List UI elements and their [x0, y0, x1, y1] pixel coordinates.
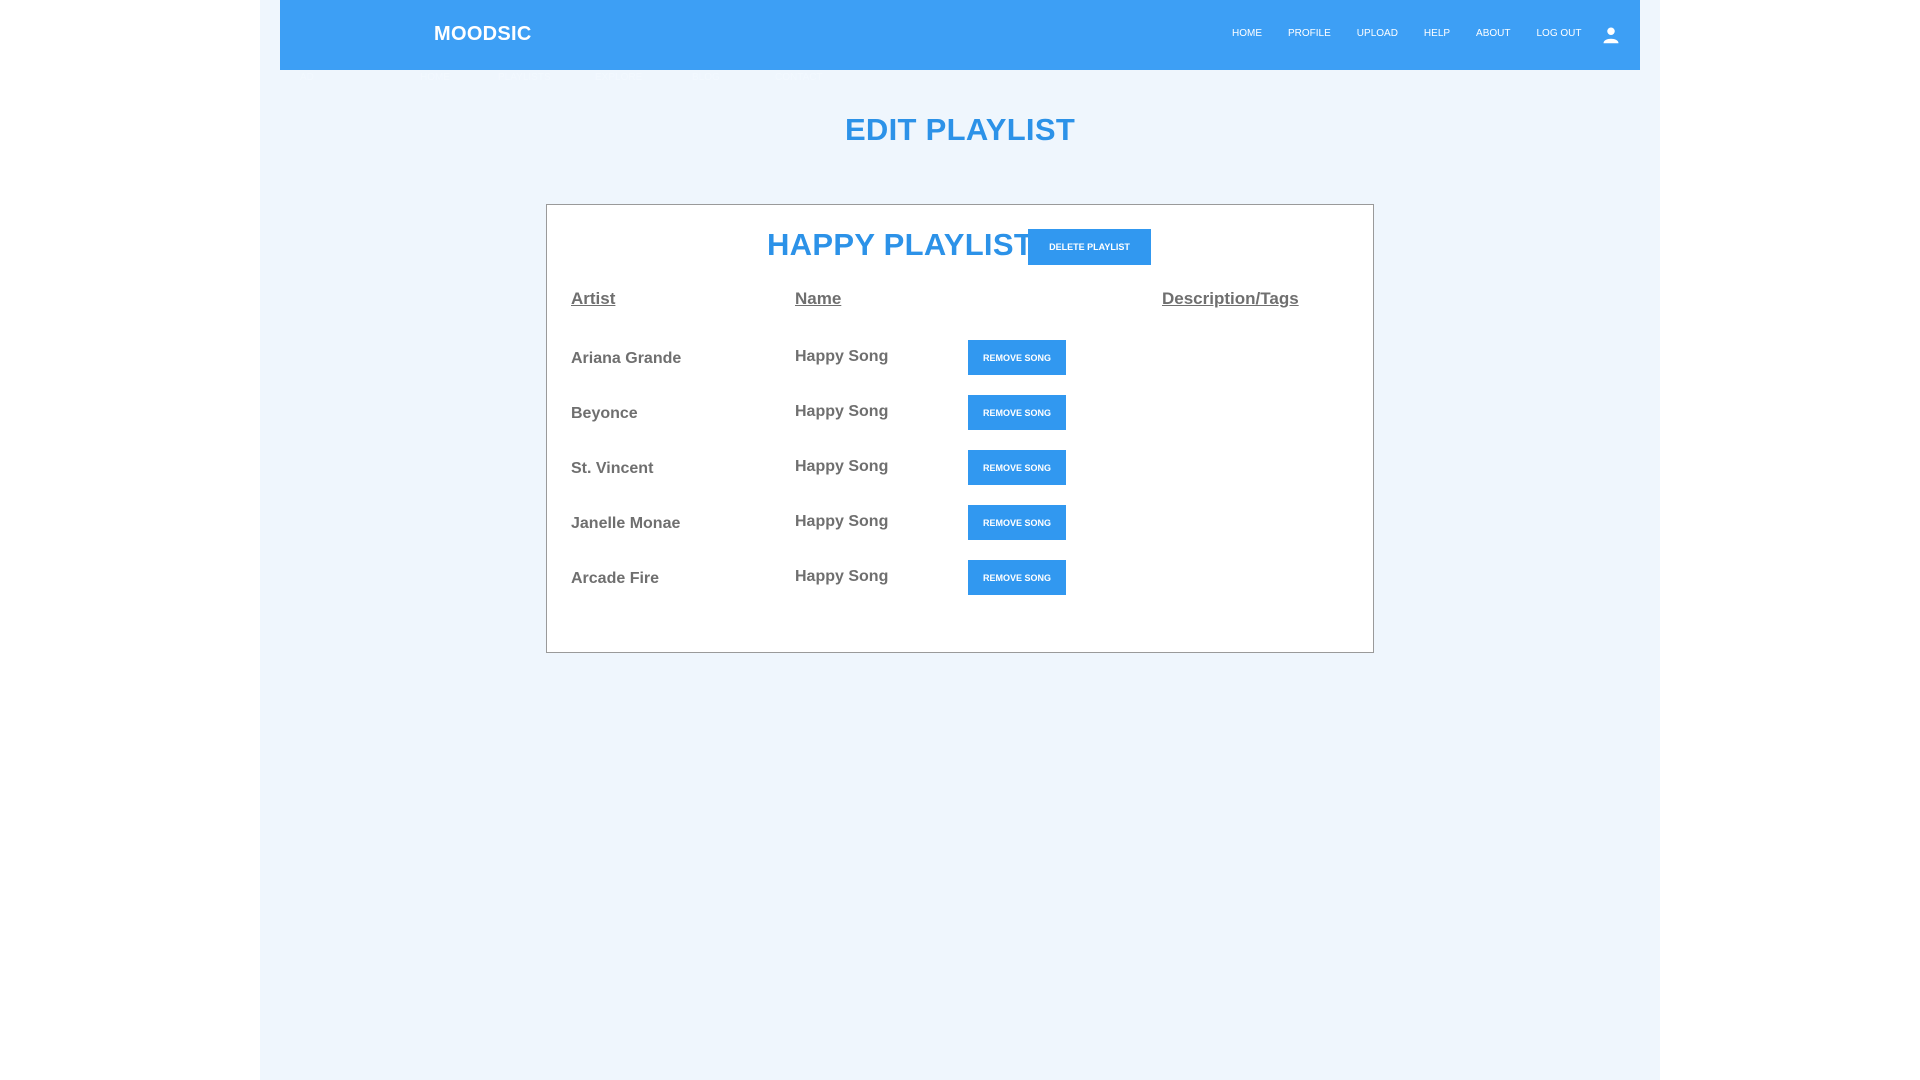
ghost-item: CONTACT	[775, 72, 823, 83]
ghost-item: HOME	[420, 72, 450, 83]
remove-song-button[interactable]: REMOVE SONG	[968, 395, 1066, 430]
ghost-item: EXPLORE	[595, 72, 643, 83]
delete-playlist-button[interactable]: DELETE PLAYLIST	[1028, 229, 1151, 265]
song-name: Happy Song	[795, 403, 889, 420]
song-row: St. Vincent Happy Song REMOVE SONG	[547, 450, 1373, 486]
remove-song-button[interactable]: REMOVE SONG	[968, 340, 1066, 375]
song-artist: Janelle Monae	[571, 515, 681, 532]
nav-home[interactable]: HOME	[1232, 28, 1262, 39]
page-title: EDIT PLAYLIST	[844, 112, 1076, 147]
playlist-header: HAPPY PLAYLIST DELETE PLAYLIST	[547, 223, 1373, 265]
song-row: Beyonce Happy Song REMOVE SONG	[547, 395, 1373, 431]
song-row: Arcade Fire Happy Song REMOVE SONG	[547, 560, 1373, 596]
song-name: Happy Song	[795, 513, 889, 530]
column-header-description[interactable]: Description/Tags	[1162, 289, 1299, 309]
person-icon[interactable]	[1602, 26, 1620, 44]
column-header-name[interactable]: Name	[795, 289, 841, 309]
ghost-item: PLAYLISTS	[498, 72, 551, 83]
song-name: Happy Song	[795, 348, 889, 365]
top-navbar: MOODSIC HOME PROFILE UPLOAD HELP ABOUT L…	[280, 0, 1640, 70]
nav-profile[interactable]: PROFILE	[1288, 28, 1331, 39]
song-artist: Arcade Fire	[571, 570, 660, 587]
faded-secondary-nav: AD HOME PLAYLISTS EXPLORE BLOG CONTACT	[280, 70, 1640, 86]
song-name: Happy Song	[795, 458, 889, 475]
playlist-card: HAPPY PLAYLIST DELETE PLAYLIST Artist Na…	[546, 204, 1374, 653]
ghost-item: BLOG	[692, 72, 720, 83]
song-artist: St. Vincent	[571, 460, 654, 477]
remove-song-button[interactable]: REMOVE SONG	[968, 450, 1066, 485]
song-artist: Beyonce	[571, 405, 638, 422]
nav-help[interactable]: HELP	[1424, 28, 1450, 39]
nav-links: HOME PROFILE UPLOAD HELP ABOUT LOG OUT	[1232, 28, 1582, 39]
column-header-artist[interactable]: Artist	[571, 289, 615, 309]
playlist-name: HAPPY PLAYLIST	[767, 227, 1034, 262]
song-name: Happy Song	[795, 568, 889, 585]
remove-song-button[interactable]: REMOVE SONG	[968, 560, 1066, 595]
brand-logo[interactable]: MOODSIC	[434, 23, 532, 46]
nav-upload[interactable]: UPLOAD	[1357, 28, 1398, 39]
song-row: Ariana Grande Happy Song REMOVE SONG	[547, 340, 1373, 376]
nav-logout[interactable]: LOG OUT	[1537, 28, 1582, 39]
song-artist: Ariana Grande	[571, 350, 682, 367]
song-row: Janelle Monae Happy Song REMOVE SONG	[547, 505, 1373, 541]
remove-song-button[interactable]: REMOVE SONG	[968, 505, 1066, 540]
nav-about[interactable]: ABOUT	[1476, 28, 1510, 39]
ghost-item: AD	[300, 72, 314, 83]
